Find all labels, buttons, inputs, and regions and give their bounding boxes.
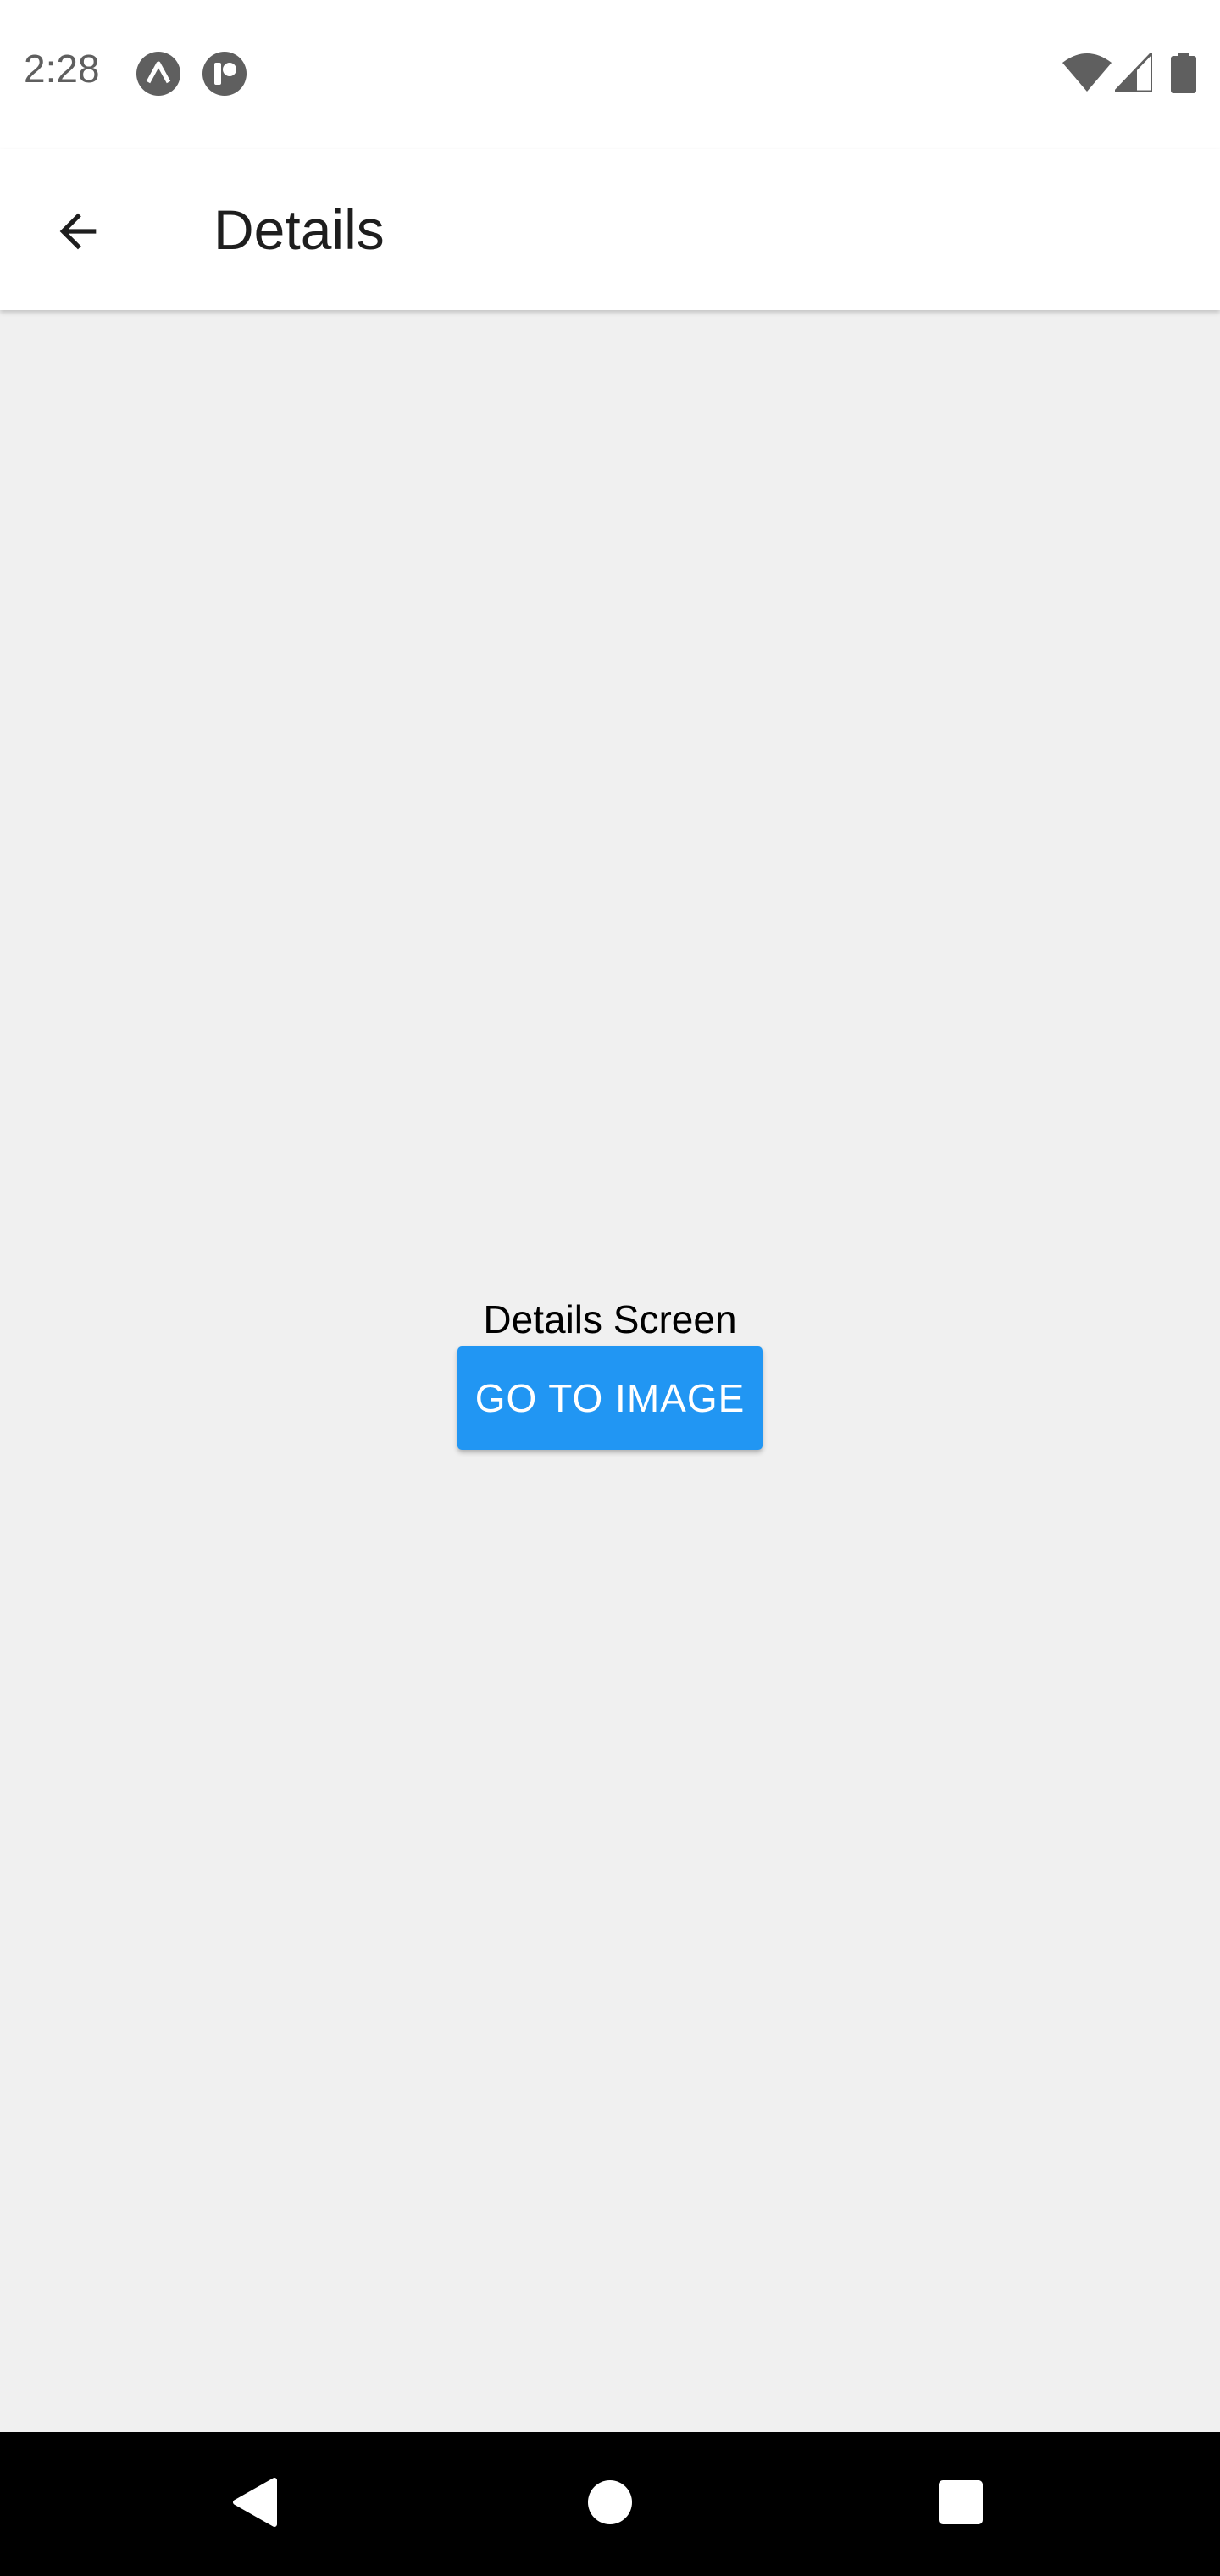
nav-back-button[interactable] [212,2462,297,2546]
status-time: 2:28 [24,47,100,91]
page-title: Details [214,198,385,261]
cellular-signal-icon [1112,49,1154,96]
back-triangle-icon [230,2477,278,2532]
wifi-icon [1062,53,1112,96]
arrow-back-icon [51,204,105,263]
battery-icon [1171,53,1196,97]
app-bar: Details [0,149,1220,310]
details-screen-label: Details Screen [483,1297,737,1341]
content-area: Details Screen GO TO IMAGE [0,310,1220,2432]
nav-home-button[interactable] [568,2462,652,2546]
details-container: Details Screen GO TO IMAGE [0,1296,1220,1451]
navigation-bar [0,2432,1220,2576]
back-button[interactable] [37,192,119,274]
status-bar: 2:28 [0,0,1220,149]
go-to-image-button[interactable]: GO TO IMAGE [458,1346,762,1451]
nav-recents-button[interactable] [918,2462,1003,2546]
home-circle-icon [587,2479,633,2529]
recents-square-icon [937,2479,984,2530]
notification-app-icon [202,51,247,97]
expo-icon [136,51,181,97]
